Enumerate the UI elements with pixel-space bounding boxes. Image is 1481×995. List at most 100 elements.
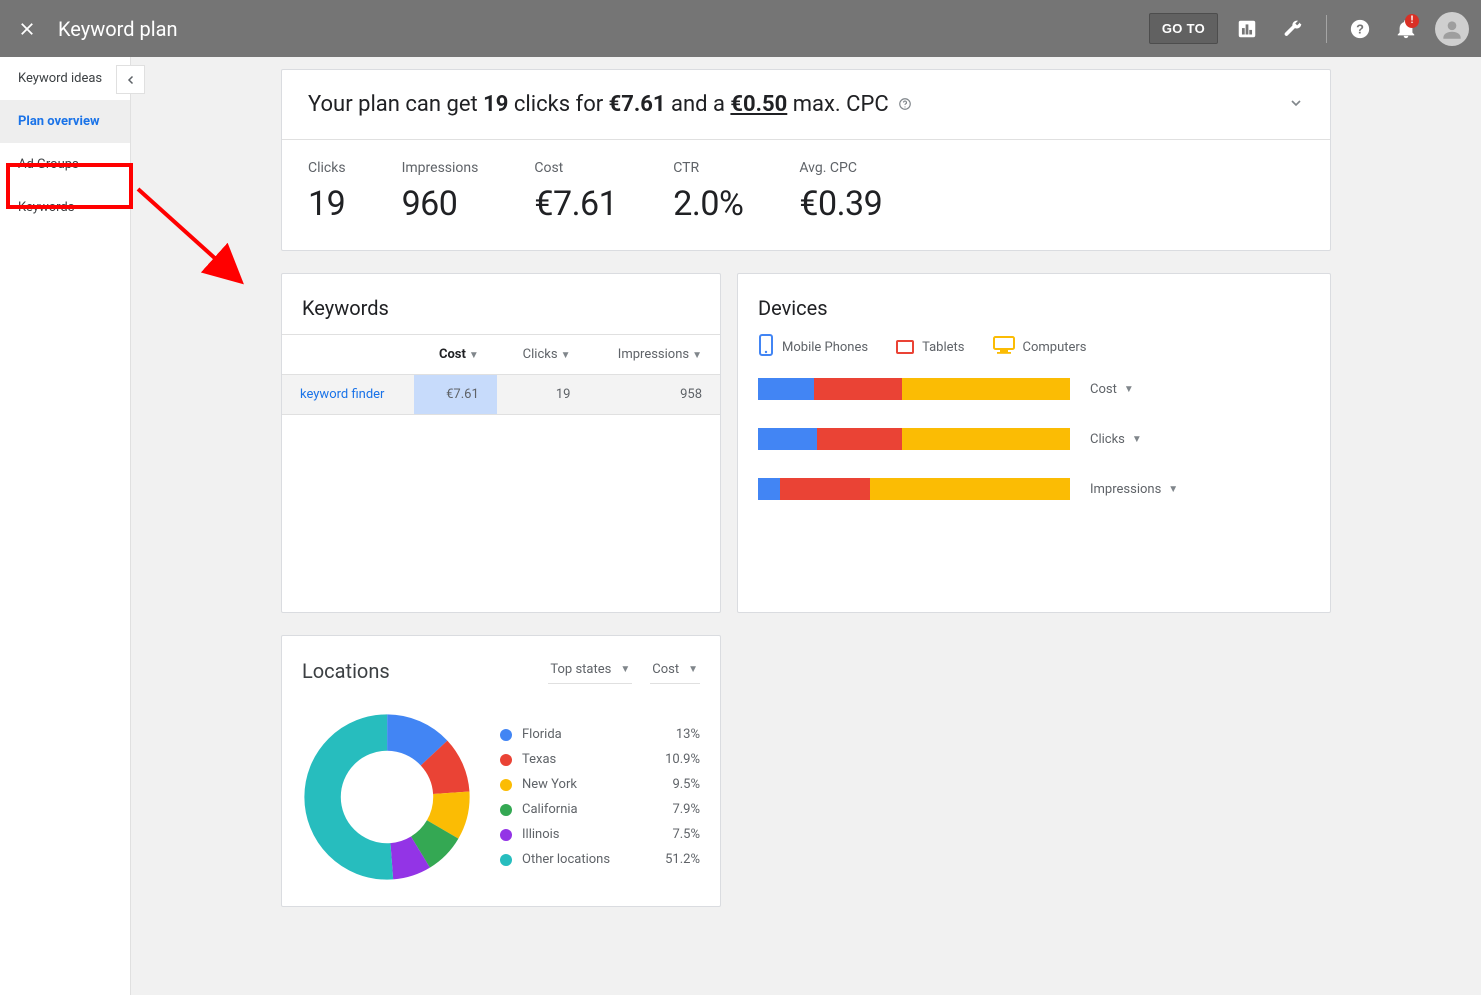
chevron-down-icon — [1288, 95, 1304, 111]
close-button[interactable] — [12, 14, 42, 44]
legend-name: New York — [522, 777, 640, 792]
legend-value: 7.9% — [640, 802, 700, 817]
keywords-card: Keywords Cost▼ Clicks▼ Impressions▼ keyw… — [281, 273, 721, 613]
metric-value: €0.39 — [799, 184, 882, 224]
cell-clicks: 19 — [497, 375, 589, 415]
legend-color-dot — [500, 829, 512, 841]
stacked-bar — [758, 378, 1070, 400]
metric-clicks: Clicks19 — [308, 160, 346, 224]
metrics-row: Clicks19 Impressions960 Cost€7.61 CTR 2.0% Av… — [282, 140, 1330, 250]
legend-color-dot — [500, 804, 512, 816]
legend-label: Computers — [1023, 340, 1087, 355]
summary-max-cpc[interactable]: €0.50 — [730, 92, 787, 117]
keywords-title: Keywords — [282, 274, 720, 334]
metric-label: Clicks — [308, 160, 346, 176]
metric-cost: Cost€7.61 — [534, 160, 617, 224]
device-bar-row-impressions: Impressions ▼ — [758, 478, 1310, 500]
bar-segment-computers — [902, 378, 1070, 400]
keywords-table: Cost▼ Clicks▼ Impressions▼ keyword finde… — [282, 334, 720, 415]
device-metric-select[interactable]: Impressions ▼ — [1090, 482, 1178, 497]
legend-computers: Computers — [993, 336, 1087, 358]
sidebar-item-ad-groups[interactable]: Ad Groups — [0, 143, 130, 186]
metric-avg-cpc: Avg. CPC €0.39 — [799, 160, 882, 224]
col-cost[interactable]: Cost▼ — [414, 335, 497, 375]
legend-row: Florida13% — [500, 722, 700, 747]
reports-button[interactable] — [1230, 12, 1264, 46]
col-impressions[interactable]: Impressions▼ — [588, 335, 720, 375]
legend-color-dot — [500, 854, 512, 866]
metric-value: 960 — [402, 184, 479, 224]
summary-text: clicks for — [508, 92, 608, 117]
help-tooltip-icon[interactable] — [898, 99, 912, 115]
locations-legend: Florida13%Texas10.9%New York9.5%Californ… — [500, 722, 700, 872]
device-bar-row-clicks: Clicks▼ — [758, 428, 1310, 450]
select-label: Cost — [652, 662, 679, 677]
goto-button[interactable]: GO TO — [1149, 13, 1218, 44]
sidebar-item-keywords[interactable]: Keywords — [0, 186, 130, 229]
col-clicks[interactable]: Clicks▼ — [497, 335, 589, 375]
caret-down-icon: ▼ — [620, 664, 630, 675]
help-circle-icon — [898, 97, 912, 111]
bar-segment-computers — [902, 428, 1070, 450]
bar-segment-mobile-phones — [758, 478, 780, 500]
device-bar-row-cost: Cost▼ — [758, 378, 1310, 400]
summary-text: Your plan can get — [308, 92, 483, 117]
sidebar-item-keyword-ideas[interactable]: Keyword ideas — [0, 57, 130, 100]
locations-metric-select[interactable]: Cost ▼ — [650, 658, 700, 684]
summary-text: max. CPC — [787, 92, 888, 117]
stacked-bar — [758, 428, 1070, 450]
device-metric-select[interactable]: Clicks▼ — [1090, 432, 1142, 447]
legend-value: 7.5% — [640, 827, 700, 842]
table-row[interactable]: keyword finder€7.6119958 — [282, 375, 720, 415]
metric-label: Cost — [534, 160, 617, 176]
cell-cost: €7.61 — [414, 375, 497, 415]
bar-segment-mobile-phones — [758, 428, 817, 450]
metric-impressions: Impressions960 — [402, 160, 479, 224]
help-button[interactable]: ? — [1343, 12, 1377, 46]
page-title: Keyword plan — [58, 17, 178, 41]
devices-legend: Mobile Phones Tablets Computers — [738, 334, 1330, 378]
legend-value: 9.5% — [640, 777, 700, 792]
locations-donut-chart — [302, 712, 472, 882]
plan-summary-sentence: Your plan can get 19 clicks for €7.61 an… — [308, 92, 912, 117]
summary-cost: €7.61 — [609, 92, 666, 117]
locations-dimension-select[interactable]: Top states ▼ — [548, 658, 632, 684]
sidebar-item-plan-overview[interactable]: Plan overview — [0, 100, 130, 143]
metric-label: CTR — [673, 160, 743, 176]
avatar — [1435, 12, 1469, 46]
legend-value: 51.2% — [640, 852, 700, 867]
person-icon — [1439, 16, 1465, 42]
top-bar: Keyword plan GO TO ? ! — [0, 0, 1481, 57]
computer-icon — [993, 336, 1015, 358]
legend-row: Other locations51.2% — [500, 847, 700, 872]
device-metric-select[interactable]: Cost▼ — [1090, 382, 1134, 397]
summary-collapse-button[interactable] — [1288, 95, 1304, 115]
legend-name: California — [522, 802, 640, 817]
donut-slice-other-locations — [323, 733, 452, 862]
notifications-button[interactable]: ! — [1389, 12, 1423, 46]
devices-bars: Cost▼ Clicks▼ Impressions ▼ — [738, 378, 1330, 536]
legend-row: New York9.5% — [500, 772, 700, 797]
caret-down-icon: ▼ — [688, 664, 698, 675]
metric-label: Impressions — [1090, 482, 1161, 497]
caret-down-icon: ▼ — [1132, 434, 1142, 445]
account-button[interactable] — [1435, 12, 1469, 46]
tools-button[interactable] — [1276, 12, 1310, 46]
legend-mobile: Mobile Phones — [758, 334, 868, 360]
select-label: Top states — [550, 662, 611, 677]
legend-row: Texas10.9% — [500, 747, 700, 772]
legend-name: Illinois — [522, 827, 640, 842]
bar-segment-computers — [870, 478, 1070, 500]
metric-label: Avg. CPC — [799, 160, 882, 176]
keyword-name[interactable]: keyword finder — [282, 375, 414, 415]
caret-down-icon: ▼ — [1124, 384, 1134, 395]
bar-segment-mobile-phones — [758, 378, 814, 400]
caret-down-icon: ▼ — [1168, 484, 1178, 495]
legend-value: 13% — [640, 727, 700, 742]
sidebar-collapse-button[interactable] — [116, 65, 145, 94]
close-icon — [18, 20, 36, 38]
legend-row: California7.9% — [500, 797, 700, 822]
summary-text: and a — [666, 92, 731, 117]
locations-title: Locations — [302, 659, 530, 683]
metric-value: 2.0% — [673, 184, 743, 224]
